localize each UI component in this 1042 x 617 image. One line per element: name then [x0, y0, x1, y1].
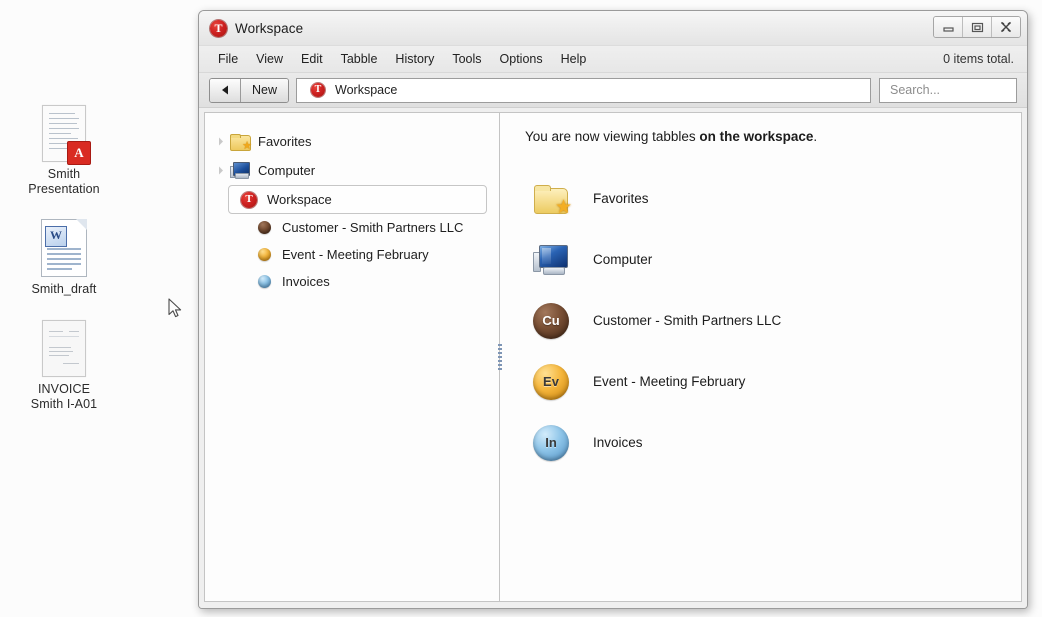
tree-item-customer-smith-partners[interactable]: Customer - Smith Partners LLC: [205, 214, 497, 241]
menu-item-help[interactable]: Help: [552, 49, 596, 69]
tabbles-logo-icon: T: [210, 19, 227, 37]
expander-arrow-icon[interactable]: [213, 137, 229, 146]
favorites-folder-icon: ★: [527, 184, 575, 217]
headline-bold-text: on the workspace: [699, 129, 814, 144]
menu-item-edit[interactable]: Edit: [292, 49, 332, 69]
menu-item-file[interactable]: File: [209, 49, 247, 69]
menu-item-tools[interactable]: Tools: [443, 49, 490, 69]
tree-item-favorites[interactable]: ★ Favorites: [205, 127, 497, 156]
pdf-document-icon: A: [0, 100, 128, 165]
sphere-amber-icon: Ev: [527, 363, 575, 400]
content-item-event-meeting-february[interactable]: Ev Event - Meeting February: [527, 351, 1021, 412]
content-item-computer[interactable]: Computer: [527, 229, 1021, 290]
new-button[interactable]: New: [241, 78, 289, 102]
toolbar: New T Workspace: [199, 73, 1027, 108]
headline-end-text: .: [813, 129, 818, 144]
content-item-label: Invoices: [593, 435, 643, 450]
tabbles-logo-letter-address: T: [314, 84, 322, 95]
menu-item-tabble[interactable]: Tabble: [332, 49, 387, 69]
tree-item-invoices[interactable]: Invoices: [205, 268, 497, 295]
content-item-label: Customer - Smith Partners LLC: [593, 313, 782, 328]
desktop-icon-invoice-smith[interactable]: INVOICE Smith I-A01: [0, 315, 128, 412]
tree-item-label: Event - Meeting February: [282, 247, 429, 262]
back-button[interactable]: [210, 78, 241, 102]
tree-item-label: Favorites: [258, 134, 312, 149]
application-window: T Workspace File View Edit Tabble Histor…: [198, 10, 1028, 609]
plain-document-icon: [0, 315, 128, 377]
content-item-customer-smith-partners[interactable]: Cu Customer - Smith Partners LLC: [527, 290, 1021, 351]
sphere-brown-icon: Cu: [527, 302, 575, 339]
close-icon: [1000, 21, 1012, 33]
word-document-icon: [0, 215, 128, 277]
pdf-badge-icon: A: [67, 141, 91, 165]
tree-item-computer[interactable]: Computer: [205, 156, 497, 185]
sphere-abbr: Cu: [542, 313, 560, 328]
mouse-cursor-icon: [168, 298, 182, 318]
close-button[interactable]: [992, 17, 1020, 37]
nav-button-group: New: [209, 77, 290, 103]
search-box[interactable]: [879, 77, 1017, 103]
content-item-invoices[interactable]: In Invoices: [527, 412, 1021, 473]
search-input[interactable]: [888, 82, 1016, 98]
tree-item-label: Workspace: [267, 192, 332, 207]
window-title: Workspace: [235, 20, 304, 36]
items-total-status: 0 items total.: [943, 52, 1014, 66]
window-body: ★ Favorites Computer T Workspace Custome…: [199, 108, 1027, 608]
tabbles-logo-icon-tree: T: [238, 191, 260, 208]
tree-item-event-meeting-february[interactable]: Event - Meeting February: [205, 241, 497, 268]
desktop-icon-area: A Smith Presentation W Smith_draft INVOI…: [0, 100, 128, 430]
desktop-icon-label: INVOICE: [37, 382, 91, 396]
content-item-label: Favorites: [593, 191, 649, 206]
headline-normal-text: You are now viewing tabbles: [525, 129, 700, 144]
back-arrow-icon: [221, 85, 228, 95]
expander-arrow-icon[interactable]: [213, 166, 229, 175]
title-bar[interactable]: T Workspace: [199, 11, 1027, 46]
sphere-blue-icon: In: [527, 424, 575, 461]
tree-item-label: Customer - Smith Partners LLC: [282, 220, 464, 235]
pane-splitter[interactable]: [497, 112, 503, 602]
address-bar[interactable]: T Workspace: [296, 77, 871, 103]
favorites-folder-icon: ★: [229, 133, 252, 151]
desktop-icon-label-2: Smith I-A01: [30, 397, 98, 411]
sphere-amber-icon: [253, 248, 275, 261]
splitter-grip-icon[interactable]: [498, 344, 502, 370]
menu-bar: File View Edit Tabble History Tools Opti…: [199, 46, 1027, 73]
computer-icon: [527, 244, 575, 275]
minimize-icon: [942, 26, 954, 32]
desktop-icon-smith-presentation[interactable]: A Smith Presentation: [0, 100, 128, 197]
address-bar-value: Workspace: [335, 83, 398, 97]
maximize-icon: [971, 22, 983, 32]
screen-root: A Smith Presentation W Smith_draft INVOI…: [0, 0, 1042, 617]
maximize-button[interactable]: [963, 17, 992, 37]
sphere-brown-icon: [253, 221, 275, 234]
content-pane: You are now viewing tabbles on the works…: [503, 112, 1022, 602]
desktop-icon-label: Smith_draft: [31, 282, 97, 296]
computer-icon: [229, 162, 251, 179]
desktop-icon-smith-draft[interactable]: Smith_draft: [0, 215, 128, 297]
menu-item-view[interactable]: View: [247, 49, 292, 69]
content-item-label: Computer: [593, 252, 653, 267]
desktop-icon-label: Smith: [47, 167, 81, 181]
desktop-icon-label-2: Presentation: [28, 182, 100, 196]
tree-item-workspace[interactable]: T Workspace: [228, 185, 487, 214]
menu-item-options[interactable]: Options: [491, 49, 552, 69]
window-controls: [933, 16, 1021, 38]
content-item-favorites[interactable]: ★ Favorites: [527, 168, 1021, 229]
tabbles-logo-letter-tree: T: [245, 193, 253, 205]
tree-item-label: Invoices: [282, 274, 330, 289]
minimize-button[interactable]: [934, 17, 963, 37]
menu-item-history[interactable]: History: [386, 49, 443, 69]
sphere-abbr: Ev: [543, 374, 559, 389]
content-item-list: ★ Favorites Computer Cu Customer - Smith…: [517, 168, 1021, 473]
tree-pane: ★ Favorites Computer T Workspace Custome…: [204, 112, 497, 602]
tabbles-logo-icon-address: T: [311, 83, 326, 97]
tree-item-label: Computer: [258, 163, 316, 178]
sphere-blue-icon: [253, 275, 275, 288]
tabbles-logo-letter: T: [214, 21, 223, 35]
content-headline: You are now viewing tabbles on the works…: [525, 129, 1021, 144]
sphere-abbr: In: [545, 435, 557, 450]
content-item-label: Event - Meeting February: [593, 374, 746, 389]
